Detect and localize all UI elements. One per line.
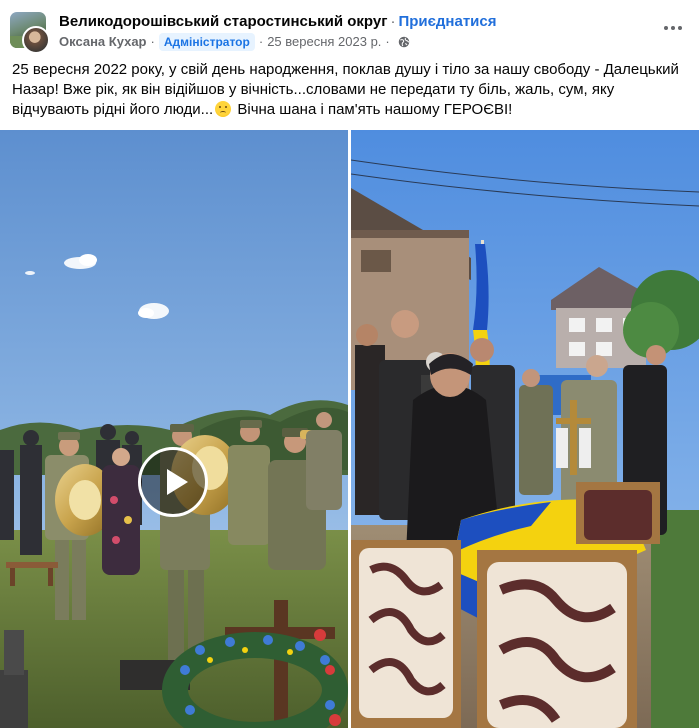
meta-line: Оксана Кухар · Адміністратор · 25 вересн… xyxy=(59,33,619,51)
sad-face-emoji-icon xyxy=(215,101,232,117)
title-separator: · xyxy=(390,13,396,30)
author-avatar[interactable] xyxy=(22,26,50,54)
more-dot xyxy=(678,26,682,30)
meta-separator: · xyxy=(385,34,390,49)
avatar-group[interactable] xyxy=(10,12,50,54)
post-text: 25 вересня 2022 року, у свій день народж… xyxy=(12,60,692,120)
meta-separator: · xyxy=(150,34,155,49)
more-dot xyxy=(671,26,675,30)
play-icon xyxy=(167,469,188,495)
mourners-at-coffin-image xyxy=(351,130,699,728)
group-name-link[interactable]: Великодорошівський старостинський округ xyxy=(59,13,387,30)
post-header: Великодорошівський старостинський округ ·… xyxy=(0,0,699,58)
role-badge[interactable]: Адміністратор xyxy=(158,33,255,51)
join-group-link[interactable]: Приєднатися xyxy=(398,13,496,30)
post-text-closing: Вічна шана і пам'ять нашому ГЕРОЄВІ! xyxy=(233,101,513,118)
more-dot xyxy=(664,26,668,30)
more-options-button[interactable] xyxy=(661,18,685,38)
globe-icon[interactable] xyxy=(398,36,410,48)
video-thumbnail[interactable] xyxy=(0,130,348,728)
title-line: Великодорошівський старостинський округ ·… xyxy=(59,12,619,32)
post-header-text: Великодорошівський старостинський округ ·… xyxy=(59,12,619,51)
post-date-link[interactable]: 25 вересня 2023 р. xyxy=(267,33,381,51)
meta-separator: · xyxy=(258,34,264,49)
funeral-ceremony-image xyxy=(0,130,348,728)
photo-thumbnail[interactable] xyxy=(351,130,699,728)
post-media xyxy=(0,130,699,728)
play-button[interactable] xyxy=(138,447,208,517)
author-name-link[interactable]: Оксана Кухар xyxy=(59,33,146,51)
